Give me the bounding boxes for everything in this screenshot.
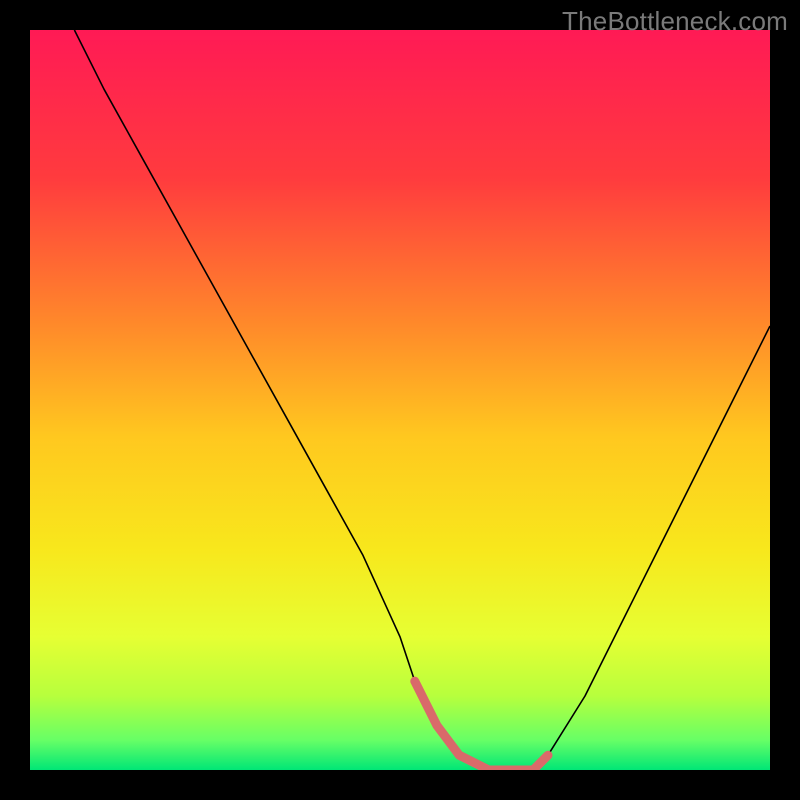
chart-container: TheBottleneck.com [0,0,800,800]
plot-background [30,30,770,770]
bottleneck-plot [30,30,770,770]
watermark-text: TheBottleneck.com [562,6,788,37]
